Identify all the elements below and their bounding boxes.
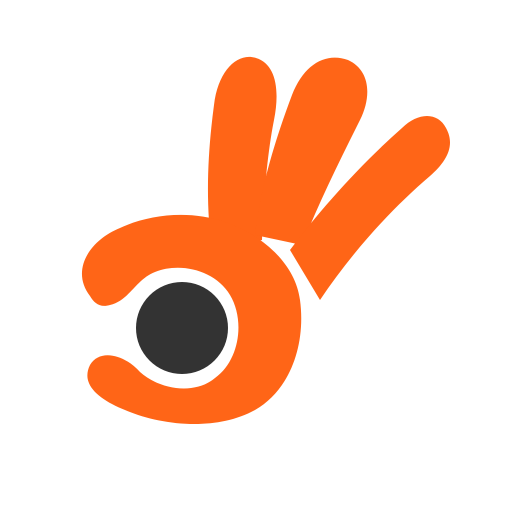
ok-hand-logo (81, 56, 451, 424)
logo-canvas (0, 0, 512, 512)
center-dot (136, 282, 228, 374)
